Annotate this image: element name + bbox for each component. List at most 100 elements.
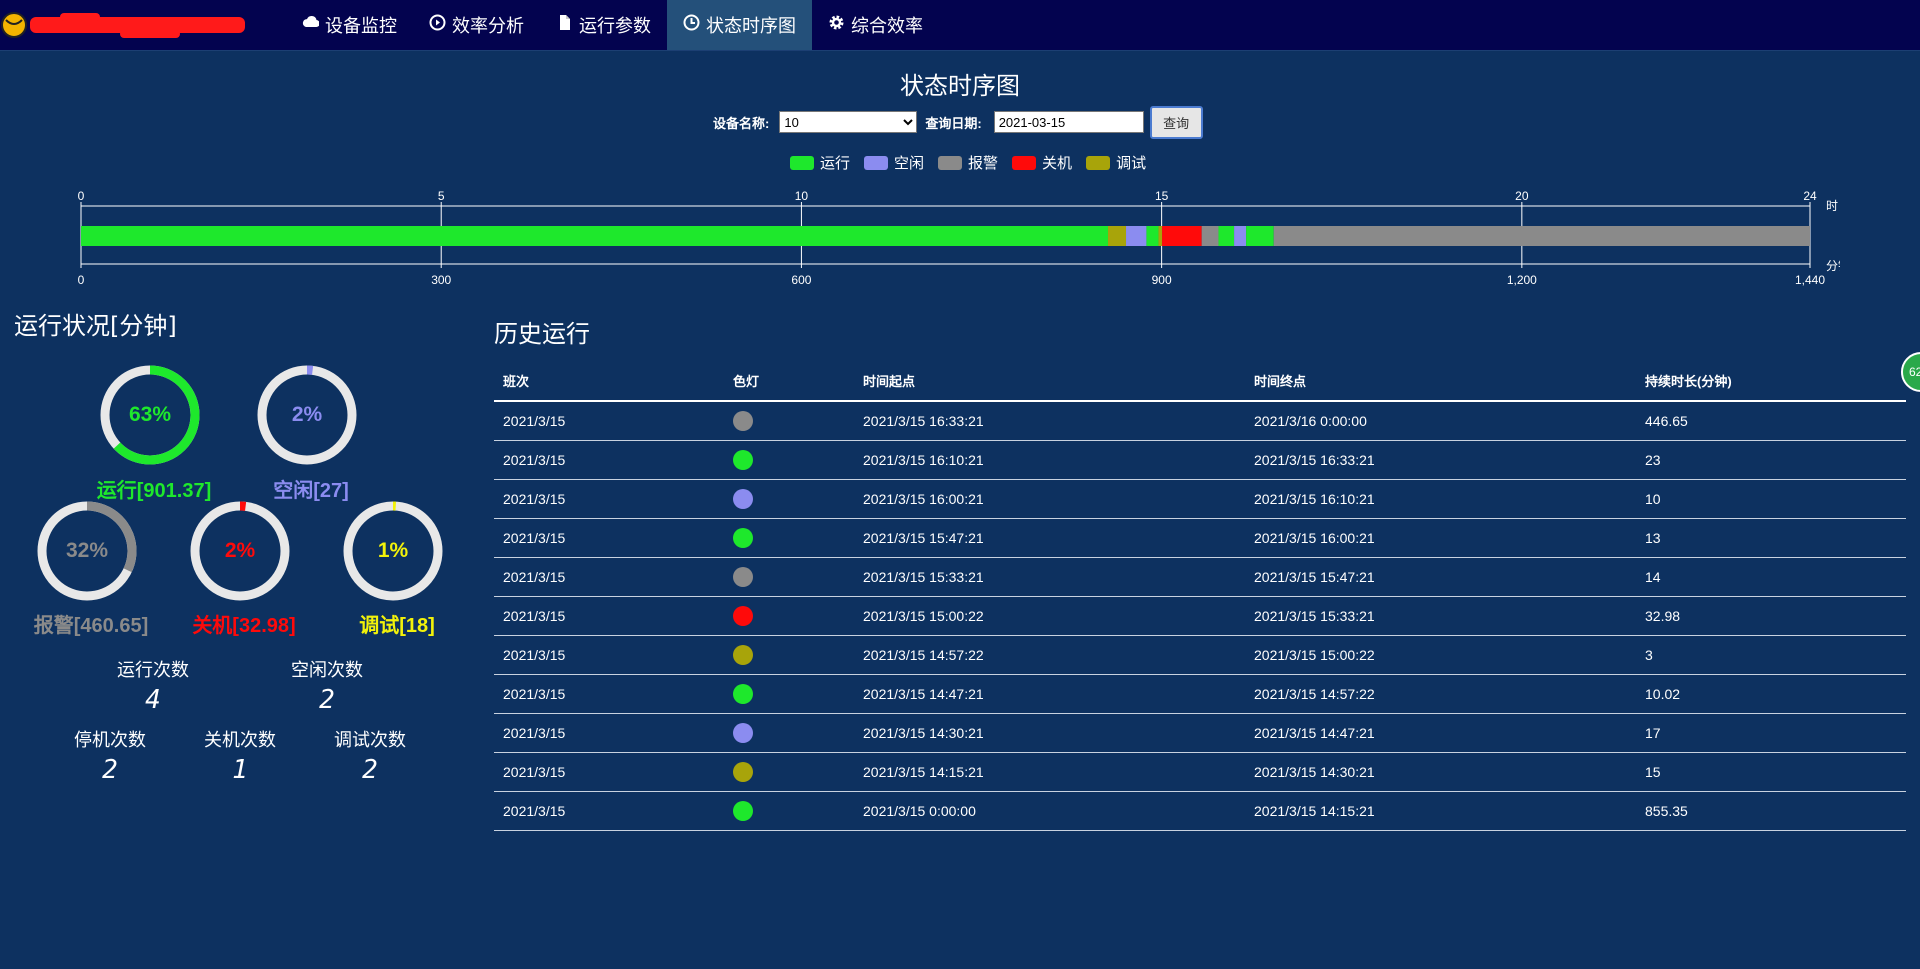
legend-item[interactable]: 调试 xyxy=(1086,152,1146,173)
nav-item-4[interactable]: 综合效率 xyxy=(812,0,939,50)
cell-shift: 2021/3/15 xyxy=(494,596,724,636)
cell-duration: 32.98 xyxy=(1636,596,1906,636)
column-header[interactable]: 持续时长(分钟) xyxy=(1636,360,1906,402)
legend-item[interactable]: 空闲 xyxy=(864,152,924,173)
cell-duration: 17 xyxy=(1636,713,1906,753)
status-lamp-icon xyxy=(733,528,753,548)
cell-end-time: 2021/3/16 0:00:00 xyxy=(1245,401,1636,441)
table-row[interactable]: 2021/3/15 2021/3/15 15:47:21 2021/3/15 16:… xyxy=(494,518,1906,558)
device-select[interactable]: 10 xyxy=(779,111,918,133)
donut-percent: 2% xyxy=(291,403,323,426)
device-label: 设备名称: xyxy=(713,115,770,131)
date-input[interactable] xyxy=(993,111,1144,133)
cell-shift: 2021/3/15 xyxy=(494,674,724,714)
cell-shift: 2021/3/15 xyxy=(494,752,724,792)
nav-item-3[interactable]: 状态时序图 xyxy=(667,0,812,50)
cell-end-time: 2021/3/15 14:15:21 xyxy=(1245,791,1636,831)
cell-start-time: 2021/3/15 15:33:21 xyxy=(854,557,1245,597)
status-lamp-icon xyxy=(733,801,753,821)
donut-percent: 32% xyxy=(65,539,109,562)
timeline-segment[interactable] xyxy=(1162,226,1202,246)
cell-end-time: 2021/3/15 14:47:21 xyxy=(1245,713,1636,753)
nav-item-1[interactable]: 效率分析 xyxy=(413,0,540,50)
table-row[interactable]: 2021/3/15 2021/3/15 14:57:22 2021/3/15 15:… xyxy=(494,635,1906,675)
table-row[interactable]: 2021/3/15 2021/3/15 15:00:22 2021/3/15 15:… xyxy=(494,596,1906,636)
cell-lamp xyxy=(724,401,854,441)
bottom-axis-unit: 分钟 xyxy=(1826,258,1840,273)
cell-start-time: 2021/3/15 16:33:21 xyxy=(854,401,1245,441)
date-label: 查询日期: xyxy=(925,115,982,131)
cell-duration: 13 xyxy=(1636,518,1906,558)
table-row[interactable]: 2021/3/15 2021/3/15 16:33:21 2021/3/16 0:0… xyxy=(494,401,1906,441)
logo[interactable] xyxy=(0,8,250,42)
column-header[interactable]: 色灯 xyxy=(724,360,854,402)
legend-item[interactable]: 运行 xyxy=(790,152,850,173)
nav-item-0[interactable]: 设备监控 xyxy=(286,0,413,50)
timeline-segment[interactable] xyxy=(1108,226,1127,246)
count-value: 2 xyxy=(362,755,378,785)
table-row[interactable]: 2021/3/15 2021/3/15 16:00:21 2021/3/15 16:… xyxy=(494,479,1906,519)
cell-end-time: 2021/3/15 16:10:21 xyxy=(1245,479,1636,519)
history-table: 班次 色灯 时间起点 时间终点 持续时长(分钟) 2021/3/15 2021/3/15 … xyxy=(494,360,1906,831)
donut-percent: 63% xyxy=(128,403,172,426)
cell-start-time: 2021/3/15 14:15:21 xyxy=(854,752,1245,792)
top-tick-label: 15 xyxy=(1155,189,1169,203)
legend-item[interactable]: 关机 xyxy=(1012,152,1072,173)
state-timeline-chart: 0 5 10 15 20 24 0 300 600 900 1,200 1,440 时分钟 xyxy=(78,189,1840,287)
donut-label: 调试[18] xyxy=(359,615,435,637)
timeline-segment[interactable] xyxy=(1158,226,1163,246)
timeline-segment[interactable] xyxy=(81,226,1109,246)
status-lamp-icon xyxy=(733,723,753,743)
cell-duration: 23 xyxy=(1636,440,1906,480)
cell-lamp xyxy=(724,635,854,675)
legend-item[interactable]: 报警 xyxy=(938,152,998,173)
table-header-row: 班次 色灯 时间起点 时间终点 持续时长(分钟) xyxy=(494,360,1906,402)
column-header[interactable]: 时间起点 xyxy=(854,360,1245,402)
nav-item-2[interactable]: 运行参数 xyxy=(540,0,667,50)
cell-end-time: 2021/3/15 14:57:22 xyxy=(1245,674,1636,714)
cell-shift: 2021/3/15 xyxy=(494,401,724,441)
timeline-segment[interactable] xyxy=(1126,226,1147,246)
column-header[interactable]: 时间终点 xyxy=(1245,360,1636,402)
gear-icon xyxy=(828,14,845,36)
summary-title: 运行状况[分钟] xyxy=(14,312,177,340)
timeline-segment[interactable] xyxy=(1146,226,1159,246)
legend-swatch xyxy=(938,155,963,170)
timeline-segment[interactable] xyxy=(1246,226,1274,246)
file-icon xyxy=(556,14,573,36)
donut-chart: 1% xyxy=(341,499,445,603)
history-title: 历史运行 xyxy=(494,320,590,348)
cell-lamp xyxy=(724,791,854,831)
column-header[interactable]: 班次 xyxy=(494,360,724,402)
page-title: 状态时序图 xyxy=(900,72,1020,100)
table-row[interactable]: 2021/3/15 2021/3/15 0:00:00 2021/3/15 14:1… xyxy=(494,791,1906,831)
cell-lamp xyxy=(724,440,854,480)
nav-item-label: 综合效率 xyxy=(851,16,923,36)
table-row[interactable]: 2021/3/15 2021/3/15 15:33:21 2021/3/15 15:… xyxy=(494,557,1906,597)
table-row[interactable]: 2021/3/15 2021/3/15 16:10:21 2021/3/15 16:… xyxy=(494,440,1906,480)
legend-label: 运行 xyxy=(820,155,851,172)
cell-shift: 2021/3/15 xyxy=(494,791,724,831)
timeline-segment[interactable] xyxy=(1273,226,1810,246)
cell-duration: 10 xyxy=(1636,479,1906,519)
table-row[interactable]: 2021/3/15 2021/3/15 14:30:21 2021/3/15 14:… xyxy=(494,713,1906,753)
cell-start-time: 2021/3/15 14:57:22 xyxy=(854,635,1245,675)
legend-swatch xyxy=(1012,155,1037,170)
count-value: 2 xyxy=(102,755,118,785)
query-button[interactable]: 查询 xyxy=(1149,105,1203,139)
table-row[interactable]: 2021/3/15 2021/3/15 14:15:21 2021/3/15 14:… xyxy=(494,752,1906,792)
cell-start-time: 2021/3/15 14:30:21 xyxy=(854,713,1245,753)
cell-end-time: 2021/3/15 16:33:21 xyxy=(1245,440,1636,480)
cell-start-time: 2021/3/15 0:00:00 xyxy=(854,791,1245,831)
cell-end-time: 2021/3/15 15:33:21 xyxy=(1245,596,1636,636)
timeline-segment[interactable] xyxy=(1218,226,1235,246)
timeline-segment[interactable] xyxy=(1234,226,1247,246)
timeline-segment[interactable] xyxy=(1201,226,1219,246)
table-row[interactable]: 2021/3/15 2021/3/15 14:47:21 2021/3/15 14:… xyxy=(494,674,1906,714)
cell-start-time: 2021/3/15 14:47:21 xyxy=(854,674,1245,714)
legend-label: 关机 xyxy=(1042,155,1073,172)
count-value: 1 xyxy=(232,755,248,785)
top-tick-label: 5 xyxy=(438,189,445,203)
query-form: 设备名称: 10 查询日期: 查询 xyxy=(713,105,1203,139)
donut-chart: 32% xyxy=(35,499,139,603)
